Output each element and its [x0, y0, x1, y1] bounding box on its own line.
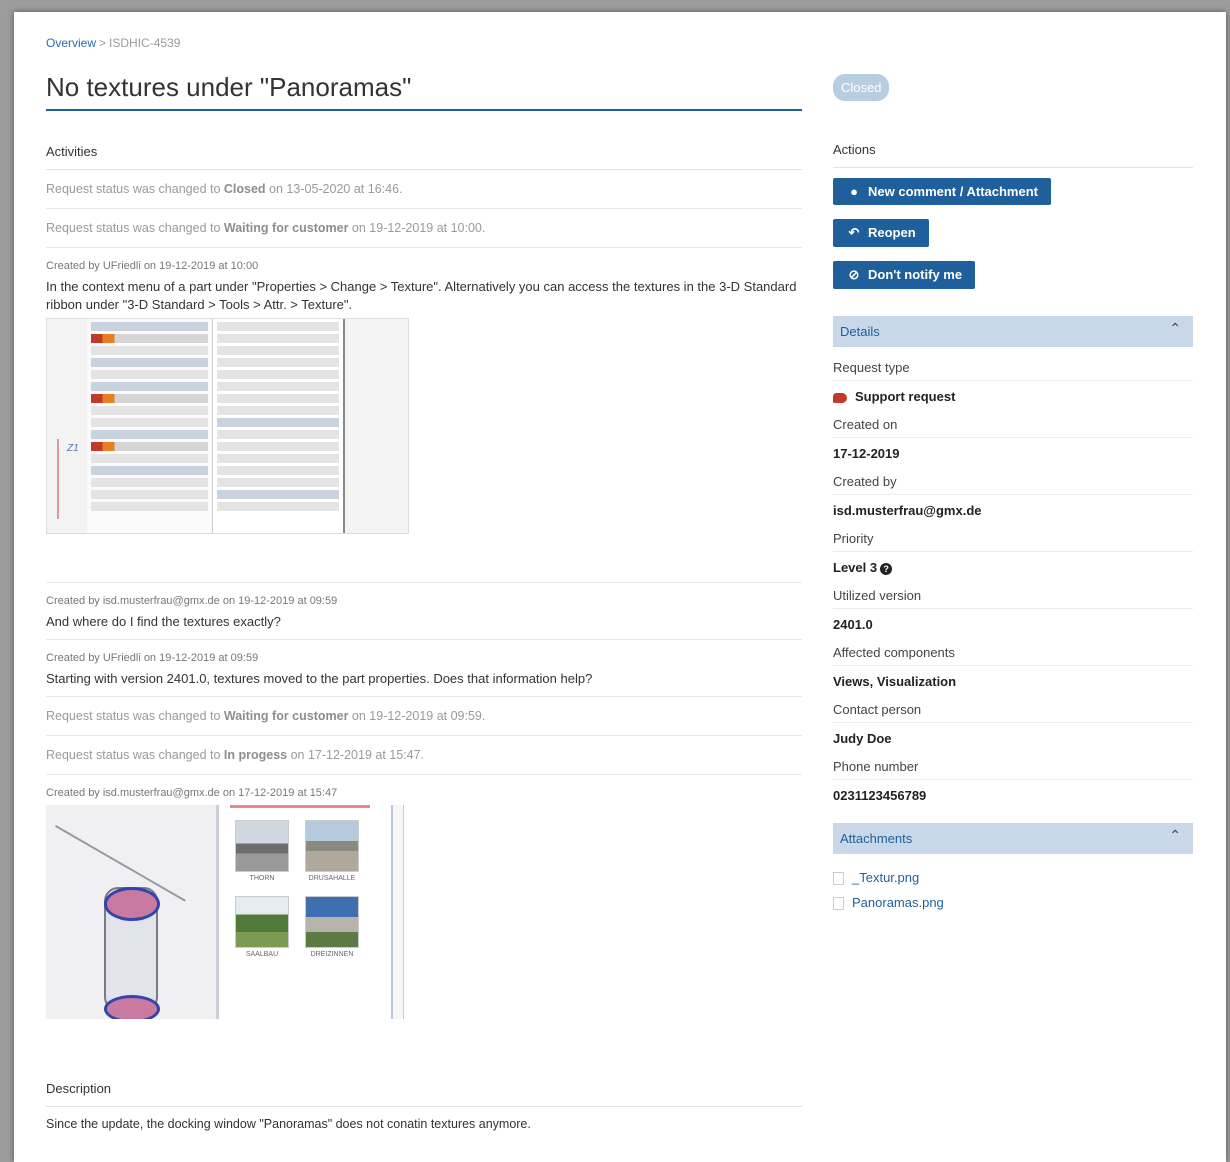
cad-viewport [46, 805, 219, 1019]
z-axis-label: Z1 [67, 443, 79, 454]
status-badge: Closed [833, 74, 890, 101]
thumbnail-label: SAALBAU [245, 951, 279, 958]
status-change-value: Waiting for customer [223, 709, 349, 723]
page-title: No textures under "Panoramas" [46, 72, 802, 111]
activity-status-change: Request status was changed to Closed on … [46, 170, 802, 209]
chevron-up-icon[interactable]: ⌃ [1169, 320, 1181, 337]
affected-components-label: Affected components [833, 645, 1193, 666]
details-title: Details [840, 324, 880, 339]
panorama-thumbnail[interactable]: DREIZINNEN [302, 892, 362, 960]
context-menu-panel [213, 319, 345, 533]
phone-number-label: Phone number [833, 759, 1193, 780]
reopen-label: Reopen [868, 225, 916, 240]
attachment-item: Panoramas.png [833, 895, 1193, 911]
contact-person-label: Contact person [833, 702, 1193, 723]
description-title: Description [46, 1081, 802, 1107]
affected-components-value: Views, Visualization [833, 674, 957, 689]
activity-comment: Created by UFriedli on 19-12-2019 at 09:… [46, 640, 802, 697]
main-column: Overview > ISDHIC-4539 No textures under "… [46, 36, 802, 1131]
thumbnail-label: DRUSAHALLE [308, 875, 356, 882]
comment-meta: Created by UFriedli on 19-12-2019 at 09:… [46, 652, 259, 664]
support-request-icon [833, 392, 847, 403]
comment-meta: Created by isd.musterfrau@gmx.de on 17-1… [46, 787, 338, 799]
utilized-version-value: 2401.0 [833, 617, 873, 632]
reopen-button[interactable]: ↶ Reopen [833, 219, 929, 247]
breadcrumb: Overview > ISDHIC-4539 [46, 36, 802, 50]
file-icon [833, 872, 844, 886]
status-change-prefix: Request status was changed to [46, 748, 224, 762]
utilized-version-label: Utilized version [833, 588, 1193, 609]
status-change-value: In progess [223, 748, 288, 762]
undo-icon: ↶ [848, 225, 860, 240]
comment-body: Starting with version 2401.0, textures m… [46, 671, 593, 686]
activity-comment: Created by isd.musterfrau@gmx.de on 17-1… [46, 775, 802, 1027]
new-comment-button[interactable]: ● New comment / Attachment [833, 178, 1051, 205]
activity-status-change: Request status was changed to Waiting fo… [46, 209, 802, 248]
activities-title: Activities [46, 144, 802, 170]
created-by-value: isd.musterfrau@gmx.de [833, 503, 982, 518]
request-type-text: Support request [855, 389, 956, 404]
status-change-prefix: Request status was changed to [46, 182, 224, 196]
comment-screenshot-context-menu[interactable]: Z1 [46, 318, 409, 534]
created-on-label: Created on [833, 417, 1193, 438]
thumbnail-label: DREIZINNEN [310, 951, 354, 958]
sidebar: Closed Actions ● New comment / Attachment… [833, 72, 1193, 911]
panel-scrollbar[interactable] [391, 805, 404, 1019]
priority-label: Priority [833, 531, 1193, 552]
attachment-link[interactable]: _Textur.png [852, 870, 919, 885]
status-change-suffix: on 19-12-2019 at 10:00. [348, 221, 486, 235]
axis-line [57, 439, 59, 519]
status-change-suffix: on 13-05-2020 at 16:46. [265, 182, 403, 196]
actions-title: Actions [833, 142, 1193, 168]
status-change-suffix: on 17-12-2019 at 15:47. [287, 748, 425, 762]
eye-slash-icon: ⊘ [848, 267, 860, 282]
dont-notify-button[interactable]: ⊘ Don't notify me [833, 261, 976, 289]
created-by-label: Created by [833, 474, 1193, 495]
question-circle-icon[interactable]: ? [880, 562, 893, 575]
phone-number-value: 0231123456789 [833, 788, 927, 803]
status-change-prefix: Request status was changed to [46, 709, 224, 723]
panorama-thumbnail[interactable]: THORN [232, 816, 292, 884]
comment-meta: Created by isd.musterfrau@gmx.de on 19-1… [46, 595, 338, 607]
created-on-value: 17-12-2019 [833, 446, 900, 461]
priority-text: Level 3 [833, 560, 878, 575]
ticket-page: Overview > ISDHIC-4539 No textures under "… [14, 12, 1226, 1162]
comment-meta: Created by UFriedli on 19-12-2019 at 10:… [46, 260, 259, 272]
breadcrumb-separator: > [99, 36, 107, 50]
attachment-item: _Textur.png [833, 870, 1193, 886]
chevron-up-icon[interactable]: ⌃ [1169, 827, 1181, 844]
comment-body: And where do I find the textures exactly… [46, 614, 281, 629]
file-icon [833, 897, 844, 911]
priority-value: Level 3? [833, 560, 1193, 575]
status-change-prefix: Request status was changed to [46, 221, 224, 235]
activity-status-change: Request status was changed to In progess… [46, 736, 802, 775]
thumbnail-label: THORN [249, 875, 275, 882]
panorama-thumbnail[interactable]: SAALBAU [232, 892, 292, 960]
comment-screenshot-panoramas[interactable]: THORN DRUSAHALLE SAALBAU DREIZINNEN [46, 805, 407, 1019]
activity-status-change: Request status was changed to Waiting fo… [46, 697, 802, 736]
attachment-link[interactable]: Panoramas.png [852, 895, 944, 910]
activity-comment: Created by UFriedli on 19-12-2019 at 10:… [46, 248, 802, 583]
contact-person-value: Judy Doe [833, 731, 892, 746]
details-panel-header[interactable]: Details ⌃ [833, 316, 1193, 347]
status-change-suffix: on 19-12-2019 at 09:59. [348, 709, 486, 723]
speech-bubble-icon: ● [850, 184, 858, 199]
panorama-thumbnail-grid: THORN DRUSAHALLE SAALBAU DREIZINNEN [230, 805, 370, 1019]
comment-body: In the context menu of a part under "Pro… [46, 279, 797, 312]
description-text: Since the update, the docking window "Pa… [46, 1117, 531, 1131]
new-comment-label: New comment / Attachment [868, 184, 1038, 199]
status-change-value: Waiting for customer [223, 221, 349, 235]
panorama-thumbnail[interactable]: DRUSAHALLE [302, 816, 362, 884]
request-type-value: Support request [833, 389, 1193, 404]
dont-notify-label: Don't notify me [868, 267, 963, 282]
status-change-value: Closed [223, 182, 266, 196]
attachments-title: Attachments [840, 831, 913, 846]
activity-comment: Created by isd.musterfrau@gmx.de on 19-1… [46, 583, 802, 640]
breadcrumb-ticket-id: ISDHIC-4539 [109, 36, 181, 50]
ribbon-panel [87, 319, 213, 533]
breadcrumb-overview-link[interactable]: Overview [46, 36, 96, 50]
request-type-label: Request type [833, 360, 1193, 381]
attachments-panel-header[interactable]: Attachments ⌃ [833, 823, 1193, 854]
